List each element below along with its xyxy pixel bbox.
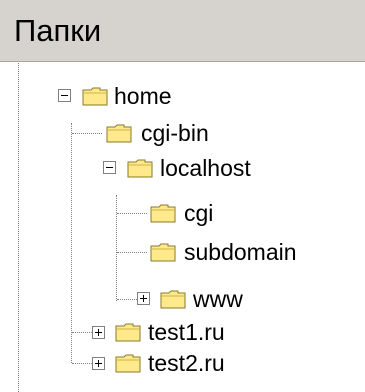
- tree-item-label: subdomain: [184, 239, 297, 265]
- tree-item-label: www: [193, 286, 243, 312]
- panel-title: Папки: [14, 13, 102, 48]
- tree-item-subdomain[interactable]: subdomain: [0, 234, 365, 270]
- folder-icon: [150, 204, 176, 223]
- tree-item-www[interactable]: www: [0, 281, 365, 317]
- folder-icon: [150, 243, 176, 262]
- tree-item-label: cgi-bin: [141, 120, 209, 146]
- folder-icon: [115, 354, 141, 373]
- folder-icon: [160, 290, 186, 309]
- tree-item-home[interactable]: home: [0, 79, 365, 115]
- tree-item-label: test1.ru: [148, 319, 225, 345]
- folder-icon: [106, 124, 132, 143]
- tree-item-localhost[interactable]: localhost: [0, 151, 365, 187]
- expand-toggle[interactable]: [92, 326, 105, 339]
- expand-toggle[interactable]: [92, 357, 105, 370]
- folders-panel: Папки home cgi-bin localhost cgi subdoma…: [0, 0, 365, 392]
- folder-tree: home cgi-bin localhost cgi subdomain www…: [0, 63, 365, 392]
- tree-item-cgi[interactable]: cgi: [0, 195, 365, 231]
- panel-header: Папки: [0, 0, 365, 62]
- collapse-toggle[interactable]: [58, 89, 71, 102]
- collapse-toggle[interactable]: [103, 161, 116, 174]
- folder-icon: [115, 323, 141, 342]
- tree-item-cgi-bin[interactable]: cgi-bin: [0, 115, 365, 151]
- folder-icon: [127, 159, 153, 178]
- tree-item-label: localhost: [160, 155, 251, 181]
- tree-item-label: home: [114, 83, 172, 109]
- folder-icon: [82, 87, 108, 106]
- expand-toggle[interactable]: [137, 292, 150, 305]
- tree-item-label: cgi: [184, 200, 214, 226]
- tree-item-label: test2.ru: [148, 350, 225, 376]
- tree-item-test2-ru[interactable]: test2.ru: [0, 345, 365, 381]
